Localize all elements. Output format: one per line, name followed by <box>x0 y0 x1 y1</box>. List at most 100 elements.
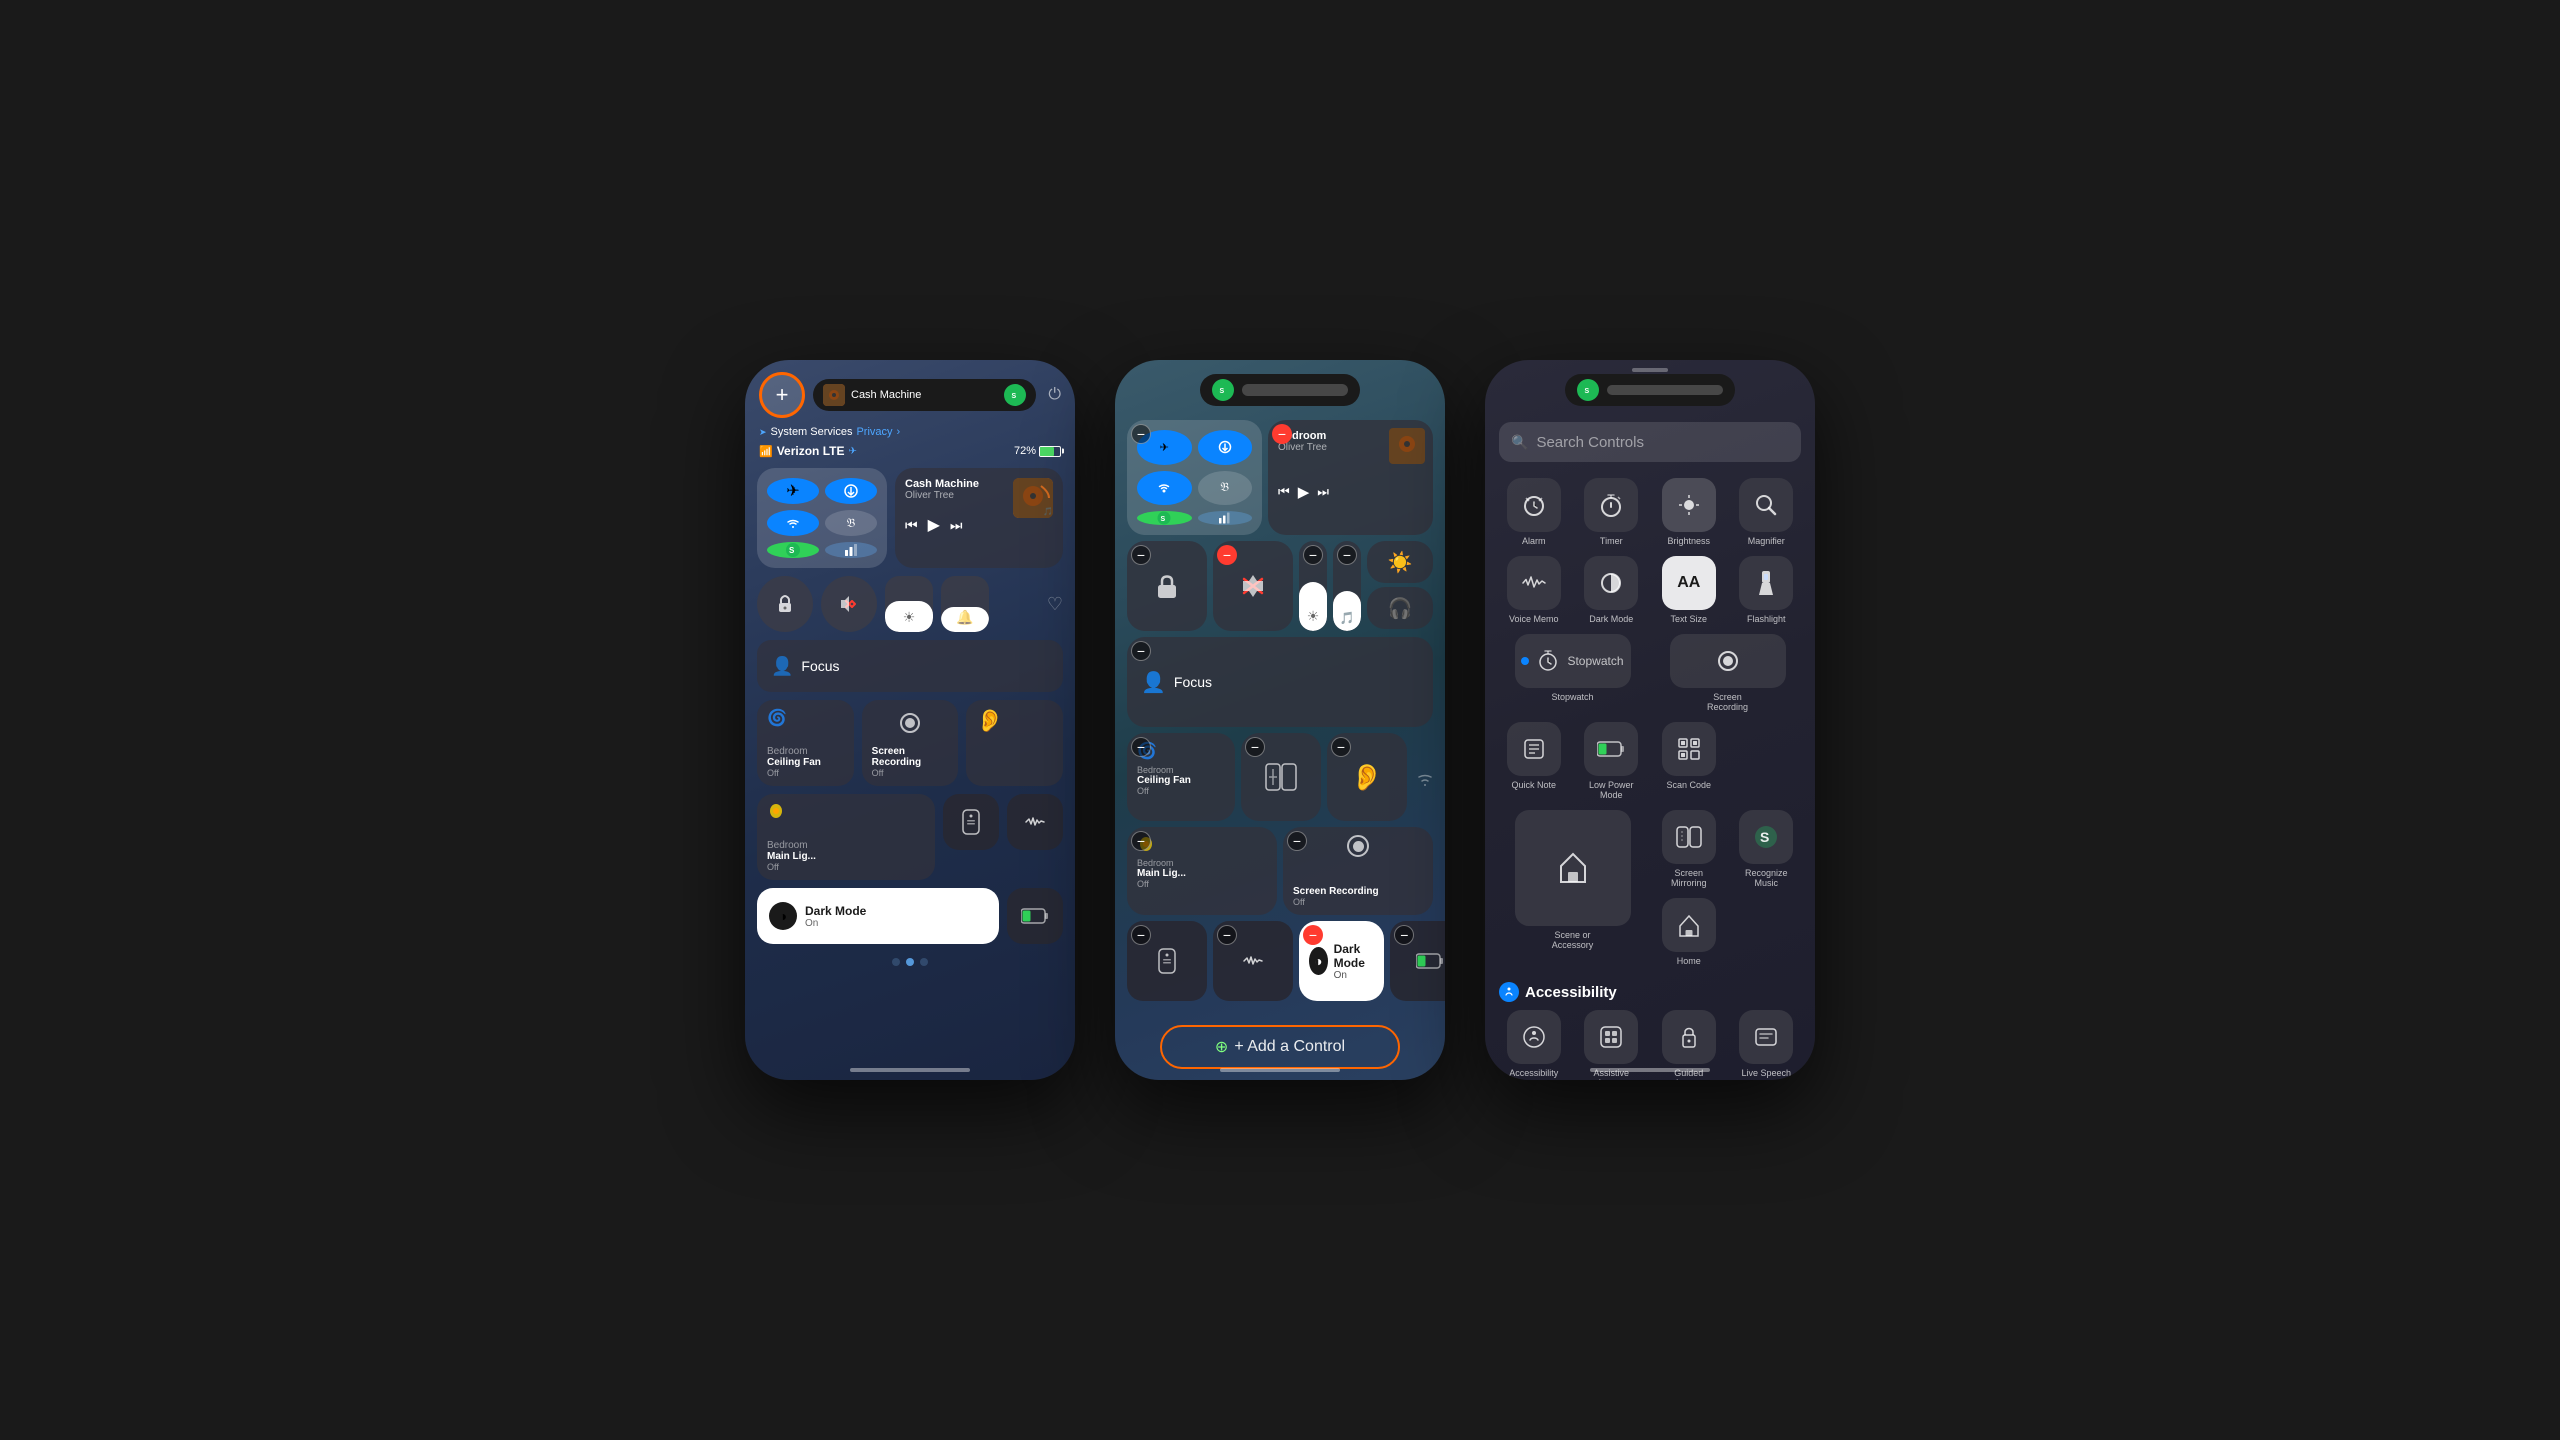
minus-ear-btn[interactable]: − <box>1331 737 1351 757</box>
minus-music-btn[interactable]: − <box>1272 424 1292 444</box>
controls-grid: Alarm Timer Brightness <box>1485 470 1815 974</box>
voice-memo-btn[interactable] <box>1007 794 1063 850</box>
ceiling-fan-tile[interactable]: 🌀 Bedroom Ceiling Fan Off <box>757 700 854 786</box>
music-edit-tile[interactable]: − Bedroom Oliver Tree ⏮ ▶ ⏭ <box>1268 420 1433 535</box>
scene-accessory-control-item[interactable]: Scene orAccessory <box>1499 810 1646 966</box>
connectivity-edit-tile[interactable]: − ✈ 𝔅 <box>1127 420 1262 535</box>
e-play-btn[interactable]: ▶ <box>1298 483 1310 501</box>
screen-mirror-control-item[interactable]: ScreenMirroring <box>1654 810 1724 888</box>
magnifier-control-item[interactable]: Magnifier <box>1732 478 1802 546</box>
music-tile[interactable]: 🎵 Cash Machine Oliver Tree ⏮ ▶ ⏭ <box>895 468 1063 568</box>
volume-edit-tile[interactable]: − 🎵 <box>1333 541 1361 631</box>
screen-lock-edit-tile[interactable]: − <box>1127 541 1207 631</box>
minus-dark-btn[interactable]: − <box>1303 925 1323 945</box>
system-services-bar[interactable]: ➤ System Services Privacy › <box>745 424 1075 440</box>
remote-btn[interactable] <box>943 794 999 850</box>
alarm-control-item[interactable]: Alarm <box>1499 478 1569 546</box>
minus-light-btn[interactable]: − <box>1131 831 1151 851</box>
minus-fan-btn[interactable]: − <box>1131 737 1151 757</box>
screen-recording-tile[interactable]: ScreenRecording Off <box>862 700 959 786</box>
e-cell-btn[interactable] <box>1198 511 1253 525</box>
accessibility-shortcuts-item[interactable]: AccessibilityShortcuts <box>1499 1010 1569 1080</box>
dark-mode-control-item[interactable]: Dark Mode <box>1577 556 1647 624</box>
stopwatch-control-item[interactable]: Stopwatch Stopwatch <box>1499 634 1646 712</box>
bell-edit-tile[interactable]: − <box>1213 541 1293 631</box>
bluetooth-btn[interactable]: 𝔅 <box>825 510 877 536</box>
add-control-button-p2[interactable]: ⊕ + Add a Control <box>1160 1025 1400 1069</box>
live-speech-item[interactable]: Live Speech <box>1732 1010 1802 1080</box>
brightness-control-item[interactable]: Brightness <box>1654 478 1724 546</box>
e-next-btn[interactable]: ⏭ <box>1317 484 1329 500</box>
cell-data-btn[interactable] <box>825 542 877 558</box>
next-btn[interactable]: ⏭ <box>950 517 963 534</box>
battery-fill <box>1040 447 1054 456</box>
shazam-cc-btn[interactable]: S <box>767 542 819 558</box>
e-bt-btn[interactable]: 𝔅 <box>1198 471 1253 506</box>
e-prev-btn[interactable]: ⏮ <box>1278 484 1290 500</box>
e-airdrop-btn[interactable] <box>1198 430 1253 465</box>
sun-tile[interactable]: ☀️ <box>1367 541 1433 583</box>
silent-btn[interactable] <box>821 576 877 632</box>
recognize-music-control-item[interactable]: S RecognizeMusic <box>1732 810 1802 888</box>
connectivity-tile[interactable]: ✈ 𝔅 S <box>757 468 887 568</box>
privacy-link[interactable]: Privacy <box>856 426 892 438</box>
text-size-control-item[interactable]: AA Text Size <box>1654 556 1724 624</box>
mirror-edit-tile[interactable]: − <box>1241 733 1321 821</box>
music-pill[interactable]: Cash Machine S <box>813 379 1036 411</box>
row-homekit2: Bedroom Main Lig... Off <box>757 794 1063 880</box>
prev-btn[interactable]: ⏮ <box>905 517 918 534</box>
scan-code-control-item[interactable]: Scan Code <box>1654 722 1724 800</box>
screen-rec-control-item[interactable]: ScreenRecording <box>1654 634 1801 712</box>
phone3-music-pill[interactable]: S <box>1565 374 1735 406</box>
minus-focus-btn[interactable]: − <box>1131 641 1151 661</box>
ear-edit-tile[interactable]: − 👂 <box>1327 733 1407 821</box>
brightness-slider[interactable]: ☀ <box>885 576 933 632</box>
add-control-button[interactable]: + <box>759 372 805 418</box>
flashlight-control-item[interactable]: Flashlight <box>1732 556 1802 624</box>
minus-bell-btn[interactable]: − <box>1217 545 1237 565</box>
headphones-tile[interactable]: 🎧 <box>1367 587 1433 629</box>
battery-widget[interactable] <box>1007 888 1063 944</box>
screen-lock-btn[interactable] <box>757 576 813 632</box>
minus-screenrec-btn[interactable]: − <box>1287 831 1307 851</box>
minus-lock-btn[interactable]: − <box>1131 545 1151 565</box>
phone2-music-pill[interactable]: S <box>1200 374 1360 406</box>
search-input[interactable]: Search Controls <box>1536 434 1644 451</box>
volume-slider[interactable]: 🔔 <box>941 576 989 632</box>
minus-bright-btn[interactable]: − <box>1303 545 1323 565</box>
e-shazam-btn[interactable]: S <box>1137 511 1192 525</box>
home-control-item[interactable]: Home <box>1654 898 1724 966</box>
fan-edit-tile[interactable]: − 🌀 Bedroom Ceiling Fan Off <box>1127 733 1235 821</box>
brightness-edit-tile[interactable]: − ☀ <box>1299 541 1327 631</box>
dark-mode-edit-tile[interactable]: − ◑ Dark Mode On <box>1299 921 1384 1001</box>
voice-edit-tile[interactable]: − <box>1213 921 1293 1001</box>
dark-mode-tile[interactable]: ◑ Dark Mode On <box>757 888 999 944</box>
timer-control-item[interactable]: Timer <box>1577 478 1647 546</box>
quick-note-control-item[interactable]: Quick Note <box>1499 722 1569 800</box>
power-button[interactable]: ⏻ <box>1048 386 1061 404</box>
airdrop-btn[interactable] <box>825 478 877 504</box>
play-btn[interactable]: ▶ <box>928 515 940 535</box>
screen-rec-edit-tile2[interactable]: − Screen Recording Off <box>1283 827 1433 915</box>
minus-mirror-btn[interactable]: − <box>1245 737 1265 757</box>
airplane-mode-btn[interactable]: ✈ <box>767 478 819 504</box>
phone1-topbar: + Cash Machine S ⏻ <box>745 360 1075 424</box>
shazam-icon[interactable]: S <box>1004 384 1026 406</box>
low-power-control-item[interactable]: Low PowerMode <box>1577 722 1647 800</box>
main-light-edit-tile[interactable]: − Bedroom Main Lig... Off <box>1127 827 1277 915</box>
remote-edit-tile[interactable]: − <box>1127 921 1207 1001</box>
voice-memo-control-item[interactable]: Voice Memo <box>1499 556 1569 624</box>
focus-edit-tile[interactable]: − 👤 Focus <box>1127 637 1433 727</box>
screen-rec-circle <box>1718 651 1738 671</box>
search-controls-bar[interactable]: 🔍 Search Controls <box>1499 422 1801 462</box>
ear-hearing-tile[interactable]: 👂 <box>966 700 1063 786</box>
battery-edit-tile[interactable]: − <box>1390 921 1445 1001</box>
e-wifi-btn[interactable] <box>1137 471 1192 506</box>
minus-vol-btn[interactable]: − <box>1337 545 1357 565</box>
minus-remote-btn[interactable]: − <box>1131 925 1151 945</box>
minus-connectivity-btn[interactable]: − <box>1131 424 1151 444</box>
minus-voice-btn[interactable]: − <box>1217 925 1237 945</box>
main-light-tile[interactable]: Bedroom Main Lig... Off <box>757 794 935 880</box>
wifi-btn[interactable] <box>767 510 819 536</box>
focus-tile[interactable]: 👤 Focus <box>757 640 1063 692</box>
